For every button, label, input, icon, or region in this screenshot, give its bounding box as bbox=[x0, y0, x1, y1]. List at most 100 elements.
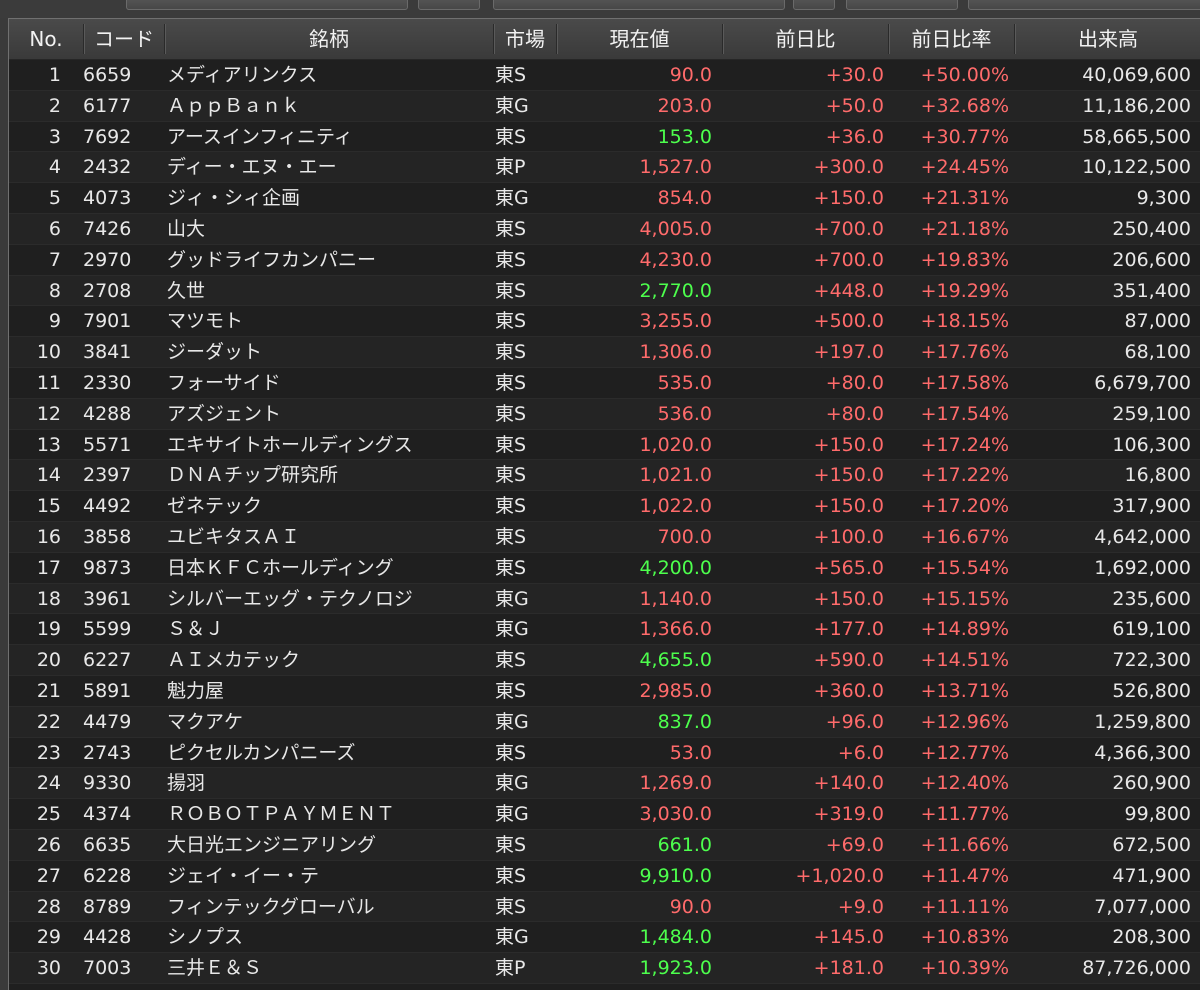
cell-code: 2708 bbox=[83, 279, 132, 302]
table-row[interactable]: 9 7901 マツモト 東S 3,255.0 +500.0 +18.15% 87,000 bbox=[9, 306, 1200, 338]
cell-name: 大日光エンジニアリング bbox=[167, 833, 377, 856]
cell-market: 東G bbox=[495, 772, 529, 795]
table-row[interactable]: 14 2397 ＤＮＡチップ研究所 東S 1,021.0 +150.0 +17.22% 16,… bbox=[9, 460, 1200, 492]
cell-market: 東S bbox=[495, 402, 527, 425]
cell-code: 2970 bbox=[83, 248, 132, 271]
table-row[interactable]: 17 9873 日本ＫＦＣホールディング 東S 4,200.0 +565.0 +15.54%… bbox=[9, 552, 1200, 584]
cell-market: 東S bbox=[495, 464, 527, 487]
cell-no: 7 bbox=[48, 248, 61, 271]
table-row[interactable]: 12 4288 アズジェント 東S 536.0 +80.0 +17.54% 259,100 bbox=[9, 398, 1200, 430]
header-market[interactable]: 市場 bbox=[494, 19, 556, 59]
cell-price: 661.0 bbox=[657, 833, 712, 856]
cell-price: 4,005.0 bbox=[639, 217, 712, 240]
cell-price: 53.0 bbox=[669, 741, 712, 764]
table-row[interactable]: 23 2743 ピクセルカンパニーズ 東S 53.0 +6.0 +12.77% 4,366,3… bbox=[9, 737, 1200, 769]
table-header: No. コード 銘柄 市場 現在値 前日比 前日比率 出来高 bbox=[9, 19, 1200, 60]
toolbar-button[interactable] bbox=[968, 0, 1200, 10]
cell-change: +177.0 bbox=[813, 618, 884, 641]
table-row[interactable]: 29 4428 シノプス 東G 1,484.0 +145.0 +10.83% 208,300 bbox=[9, 922, 1200, 954]
table-row[interactable]: 6 7426 山大 東S 4,005.0 +700.0 +21.18% 250,400 bbox=[9, 213, 1200, 245]
cell-volume: 99,800 bbox=[1124, 803, 1191, 826]
table-row[interactable]: 28 8789 フィンテックグローバル 東S 90.0 +9.0 +11.11% 7,077,… bbox=[9, 891, 1200, 923]
cell-change: +150.0 bbox=[813, 495, 884, 518]
cell-change-pct: +12.77% bbox=[920, 741, 1009, 764]
table-row[interactable]: 15 4492 ゼネテック 東S 1,022.0 +150.0 +17.20% 317,900 bbox=[9, 491, 1200, 522]
cell-price: 4,655.0 bbox=[639, 649, 712, 672]
header-change-pct[interactable]: 前日比率 bbox=[889, 19, 1014, 59]
cell-volume: 87,000 bbox=[1124, 310, 1191, 333]
cell-name: ジェイ・イー・テ bbox=[167, 864, 320, 887]
cell-code: 4073 bbox=[83, 187, 132, 210]
table-row[interactable]: 19 5599 Ｓ＆Ｊ 東G 1,366.0 +177.0 +14.89% 619,100 bbox=[9, 614, 1200, 646]
table-row[interactable]: 25 4374 ＲＯＢＯＴＰＡＹＭＥＮＴ 東G 3,030.0 +319.0 +11.77%… bbox=[9, 799, 1200, 830]
cell-volume: 317,900 bbox=[1112, 495, 1191, 518]
toolbar-button[interactable] bbox=[793, 0, 835, 10]
table-row[interactable]: 10 3841 ジーダット 東S 1,306.0 +197.0 +17.76% 68,100 bbox=[9, 337, 1200, 368]
table-row[interactable]: 30 7003 三井Ｅ＆Ｓ 東P 1,923.0 +181.0 +10.39% 87,726,… bbox=[9, 953, 1200, 984]
table-row[interactable]: 11 2330 フォーサイド 東S 535.0 +80.0 +17.58% 6,679,700 bbox=[9, 367, 1200, 399]
cell-code: 4374 bbox=[83, 803, 132, 826]
cell-change-pct: +24.45% bbox=[920, 156, 1009, 179]
cell-name: エキサイトホールディングス bbox=[167, 433, 413, 456]
cell-change-pct: +19.83% bbox=[920, 248, 1009, 271]
table-row[interactable]: 2 6177 ＡｐｐＢａｎｋ 東G 203.0 +50.0 +32.68% 11,186,20… bbox=[9, 90, 1200, 122]
cell-code: 3841 bbox=[83, 341, 132, 364]
cell-name: ジィ・シィ企画 bbox=[167, 187, 301, 210]
cell-name: シノプス bbox=[167, 926, 244, 949]
table-row[interactable]: 24 9330 揚羽 東G 1,269.0 +140.0 +12.40% 260,900 bbox=[9, 768, 1200, 800]
table-row[interactable]: 18 3961 シルバーエッグ・テクノロジ 東G 1,140.0 +150.0 +15.15… bbox=[9, 583, 1200, 615]
cell-market: 東G bbox=[495, 926, 529, 949]
cell-code: 2330 bbox=[83, 371, 132, 394]
header-name[interactable]: 銘柄 bbox=[165, 19, 493, 59]
cell-no: 24 bbox=[36, 772, 61, 795]
toolbar-button[interactable] bbox=[846, 0, 958, 10]
toolbar-button[interactable] bbox=[493, 0, 785, 10]
cell-price: 1,269.0 bbox=[639, 772, 712, 795]
cell-change: +590.0 bbox=[813, 649, 884, 672]
cell-volume: 16,800 bbox=[1124, 464, 1191, 487]
cell-change: +100.0 bbox=[813, 525, 884, 548]
cell-change: +96.0 bbox=[825, 710, 884, 733]
cell-no: 25 bbox=[36, 803, 61, 826]
header-volume[interactable]: 出来高 bbox=[1015, 19, 1200, 59]
cell-price: 1,484.0 bbox=[639, 926, 712, 949]
cell-code: 6227 bbox=[83, 649, 132, 672]
cell-volume: 68,100 bbox=[1124, 341, 1191, 364]
table-row[interactable]: 22 4479 マクアケ 東G 837.0 +96.0 +12.96% 1,259,800 bbox=[9, 706, 1200, 738]
table-row[interactable]: 16 3858 ユビキタスＡＩ 東S 700.0 +100.0 +16.67% 4,642,0… bbox=[9, 521, 1200, 553]
table-row[interactable]: 8 2708 久世 東S 2,770.0 +448.0 +19.29% 351,400 bbox=[9, 275, 1200, 307]
cell-change-pct: +30.77% bbox=[920, 125, 1009, 148]
table-row[interactable]: 21 5891 魁力屋 東S 2,985.0 +360.0 +13.71% 526,800 bbox=[9, 675, 1200, 707]
table-row[interactable]: 26 6635 大日光エンジニアリング 東S 661.0 +69.0 +11.66% 672,… bbox=[9, 829, 1200, 861]
cell-volume: 58,665,500 bbox=[1082, 125, 1191, 148]
cell-price: 9,910.0 bbox=[639, 864, 712, 887]
cell-price: 854.0 bbox=[657, 187, 712, 210]
cell-change-pct: +11.77% bbox=[920, 803, 1009, 826]
cell-volume: 259,100 bbox=[1112, 402, 1191, 425]
cell-change: +360.0 bbox=[813, 679, 884, 702]
header-no[interactable]: No. bbox=[9, 19, 83, 59]
table-row[interactable]: 13 5571 エキサイトホールディングス 東S 1,020.0 +150.0 +17.24… bbox=[9, 429, 1200, 461]
cell-code: 3858 bbox=[83, 525, 132, 548]
toolbar-button[interactable] bbox=[418, 0, 480, 10]
header-change[interactable]: 前日比 bbox=[723, 19, 888, 59]
cell-volume: 11,186,200 bbox=[1082, 94, 1191, 117]
table-row[interactable]: 3 7692 アースインフィニティ 東S 153.0 +36.0 +30.77% 58,665… bbox=[9, 121, 1200, 153]
cell-change-pct: +50.00% bbox=[920, 64, 1009, 86]
cell-name: 山大 bbox=[167, 217, 206, 240]
header-code[interactable]: コード bbox=[84, 19, 164, 59]
table-row[interactable]: 20 6227 ＡＩメカテック 東S 4,655.0 +590.0 +14.51% 722,3… bbox=[9, 645, 1200, 676]
table-row[interactable]: 7 2970 グッドライフカンパニー 東S 4,230.0 +700.0 +19.83% 20… bbox=[9, 244, 1200, 276]
cell-name: 久世 bbox=[167, 279, 206, 302]
table-row[interactable]: 4 2432 ディー・エヌ・エー 東P 1,527.0 +300.0 +24.45% 10,1… bbox=[9, 152, 1200, 184]
cell-volume: 260,900 bbox=[1112, 772, 1191, 795]
cell-volume: 526,800 bbox=[1112, 679, 1191, 702]
table-row[interactable]: 5 4073 ジィ・シィ企画 東G 854.0 +150.0 +21.31% 9,300 bbox=[9, 183, 1200, 214]
toolbar-button[interactable] bbox=[126, 0, 408, 10]
table-row[interactable]: 1 6659 メディアリンクス 東S 90.0 +30.0 +50.00% 40,069,60… bbox=[9, 60, 1200, 91]
header-price[interactable]: 現在値 bbox=[557, 19, 722, 59]
cell-volume: 4,366,300 bbox=[1094, 741, 1191, 764]
table-row[interactable]: 27 6228 ジェイ・イー・テ 東S 9,910.0 +1,020.0 +11.47% 47… bbox=[9, 860, 1200, 892]
cell-change: +150.0 bbox=[813, 433, 884, 456]
cell-code: 6177 bbox=[83, 94, 132, 117]
